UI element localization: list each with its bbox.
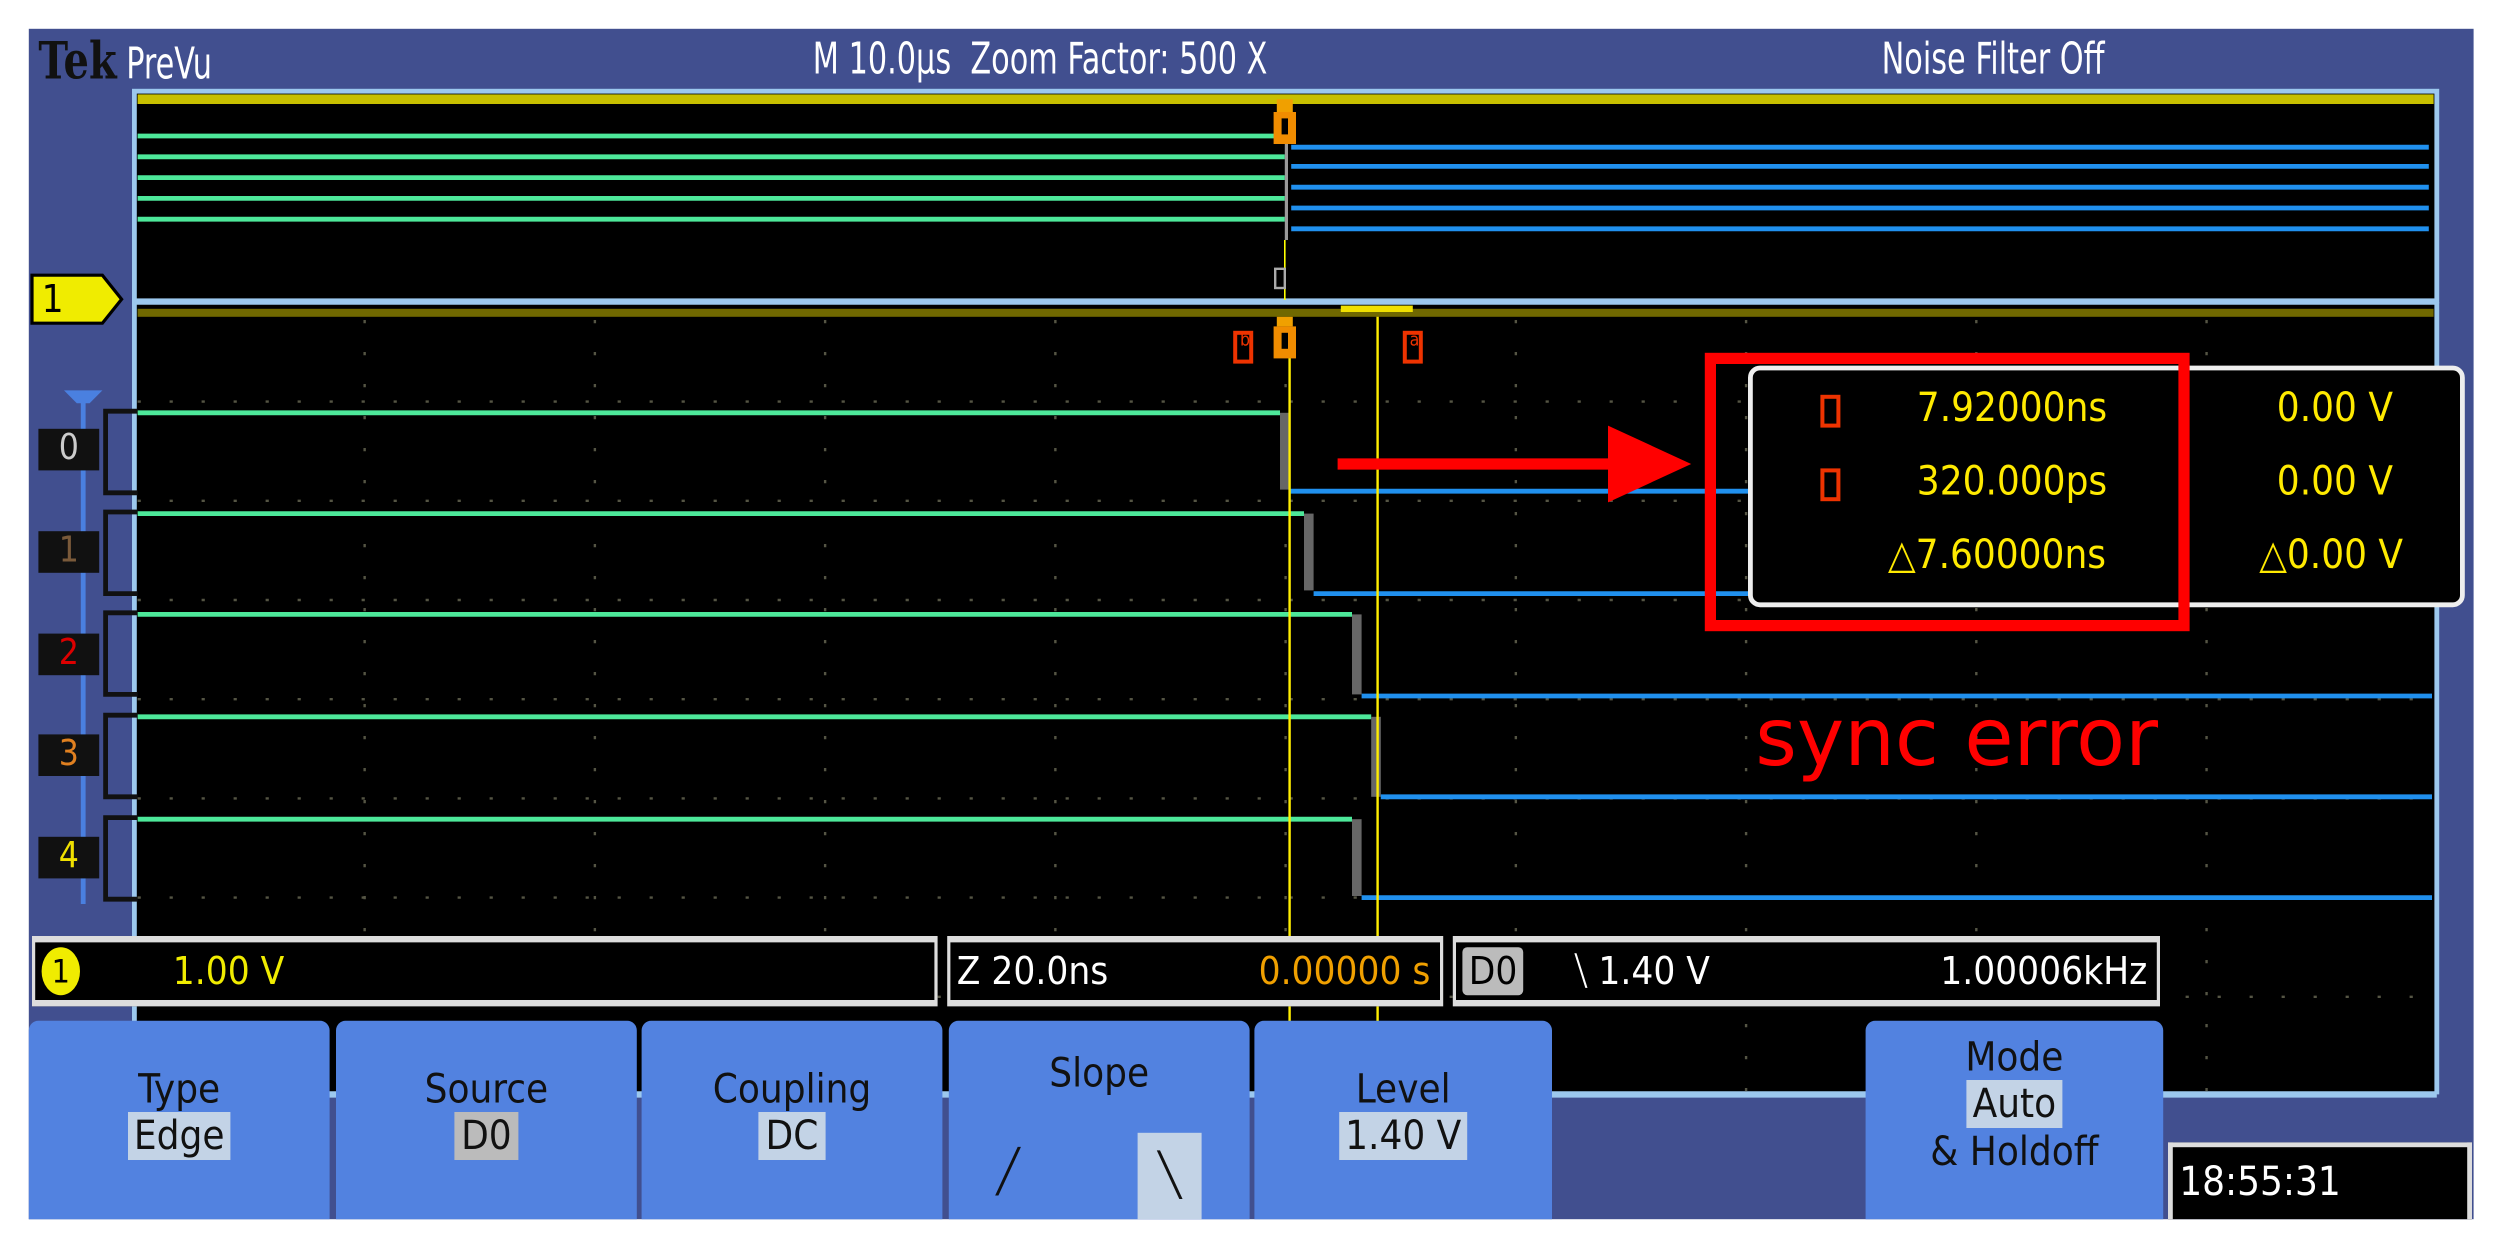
- trigger-status[interactable]: D0 ⧹ 1.40 V 1.00006kHz: [1452, 936, 2160, 1007]
- trigger-level: ⧹ 1.40 V: [1574, 948, 1710, 994]
- cursor-a-time: 7.92000ns: [1916, 384, 2108, 431]
- d3-label: 3: [58, 734, 79, 775]
- d0-label: 0: [58, 428, 79, 469]
- trigger-frequency: 1.00006kHz: [1940, 948, 2148, 994]
- holdoff-label: & Holdoff: [1930, 1128, 2099, 1175]
- mode-holdoff-button[interactable]: Mode Auto & Holdoff: [1865, 1020, 2164, 1220]
- oscilloscope-screen: Tek PreVu M 10.0µs Zoom Factor: 500 X No…: [0, 0, 2510, 1248]
- delta-voltage: △0.00 V: [2259, 531, 2404, 578]
- horizontal-position: 0.00000 s: [1258, 948, 1431, 994]
- type-button[interactable]: Type Edge: [28, 1020, 330, 1220]
- channel-1-status[interactable]: 1 1.00 V: [32, 936, 938, 1007]
- coupling-button[interactable]: Coupling DC: [641, 1020, 943, 1220]
- d2-label: 2: [58, 633, 79, 674]
- channel-1-marker-label: 1: [41, 276, 64, 322]
- source-value: D0: [454, 1112, 519, 1160]
- digital-channel-0-label[interactable]: 0: [38, 428, 100, 471]
- overview-trigger-marker: [1273, 99, 1296, 144]
- level-label: Level: [1355, 1065, 1451, 1112]
- trigger-position-marker[interactable]: [1273, 316, 1296, 359]
- coupling-value: DC: [759, 1112, 825, 1160]
- clock: 18:55:31: [2168, 1142, 2472, 1220]
- level-button[interactable]: Level 1.40 V: [1254, 1020, 1552, 1220]
- coupling-label: Coupling: [712, 1065, 872, 1112]
- digital-channel-1-label[interactable]: 1: [38, 531, 100, 573]
- type-value: Edge: [127, 1112, 231, 1160]
- type-label: Type: [138, 1065, 221, 1112]
- channel-1-badge: 1: [41, 947, 80, 996]
- cursor-b-voltage: 0.00 V: [2276, 457, 2393, 504]
- sync-error-annotation: sync error: [1755, 691, 2159, 784]
- d4-label: 4: [58, 836, 79, 877]
- cursor-a-voltage: 0.00 V: [2276, 384, 2393, 431]
- analog-trace-ch1: [137, 308, 2434, 317]
- source-label: Source: [424, 1065, 549, 1112]
- cursor-b-letter: b: [1240, 329, 1251, 351]
- mode-label: Mode: [1965, 1033, 2064, 1080]
- zoom-scale: Z 20.0ns: [956, 948, 1109, 994]
- digital-channel-4-label[interactable]: 4: [38, 836, 100, 879]
- d1-label: 1: [58, 531, 79, 572]
- rising-slope-icon[interactable]: ╱: [997, 1149, 1020, 1197]
- slope-button[interactable]: Slope ╱ ╲: [948, 1020, 1250, 1220]
- cursor-b-time: 320.000ps: [1916, 457, 2108, 504]
- falling-slope-icon[interactable]: ╲: [1137, 1132, 1202, 1220]
- trigger-source-badge: D0: [1462, 947, 1524, 996]
- cursor-a-letter: a: [1409, 329, 1420, 351]
- channel-1-scale: 1.00 V: [172, 948, 285, 994]
- digital-channel-2-label[interactable]: 2: [38, 633, 100, 676]
- slope-label: Slope: [1049, 1049, 1150, 1096]
- horizontal-status[interactable]: Z 20.0ns 0.00000 s: [947, 936, 1444, 1007]
- digital-channel-3-label[interactable]: 3: [38, 734, 100, 776]
- source-button[interactable]: Source D0: [336, 1020, 637, 1220]
- delta-time: △7.60000ns: [1888, 531, 2107, 578]
- level-value: 1.40 V: [1338, 1112, 1468, 1160]
- mode-value: Auto: [1966, 1080, 2063, 1128]
